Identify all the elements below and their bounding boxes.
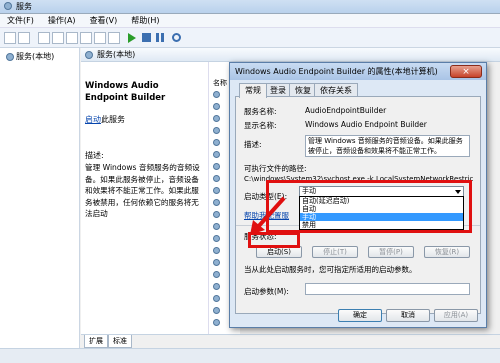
- tree-item-services-local[interactable]: 服务(本地): [6, 51, 54, 62]
- description-field[interactable]: 管理 Windows 音频服务的音频设备。如果此服务被停止，音频设备和效果将不能…: [305, 135, 470, 157]
- toolbar: [0, 28, 500, 48]
- tab-general[interactable]: 常规: [239, 83, 267, 98]
- display-name-value: Windows Audio Endpoint Builder: [305, 120, 427, 129]
- cancel-button[interactable]: 取消: [386, 309, 430, 322]
- ok-button[interactable]: 确定: [338, 309, 382, 322]
- service-name-label: 服务名称:: [244, 107, 277, 116]
- tab-standard[interactable]: 标准: [108, 335, 132, 348]
- gear-icon: [213, 283, 220, 290]
- gear-icon: [213, 139, 220, 146]
- gear-icon: [213, 151, 220, 158]
- detail-service-name: Windows Audio Endpoint Builder: [85, 81, 166, 103]
- gear-icon: [213, 91, 220, 98]
- menu-bar: 文件(F) 操作(A) 查看(V) 帮助(H): [0, 14, 500, 28]
- tab-logon[interactable]: 登录: [264, 83, 292, 97]
- gear-icon: [213, 319, 220, 326]
- pause-button[interactable]: 暂停(P): [368, 246, 414, 258]
- gear-icon: [6, 52, 14, 61]
- export-icon[interactable]: [80, 32, 92, 44]
- start-service-link[interactable]: 启动: [85, 115, 101, 124]
- gear-icon: [213, 103, 220, 110]
- play-icon[interactable]: [128, 33, 136, 43]
- status-bar: [0, 348, 500, 363]
- forward-icon[interactable]: [18, 32, 30, 44]
- back-icon[interactable]: [4, 32, 16, 44]
- menu-view[interactable]: 查看(V): [83, 14, 125, 28]
- start-params-hint: 当从此处启动服务时，您可指定所适用的启动参数。: [244, 265, 417, 274]
- start-params-label: 启动参数(M):: [244, 287, 289, 296]
- tab-dependencies[interactable]: 依存关系: [314, 83, 358, 97]
- detail-start-line: 启动此服务: [85, 115, 125, 124]
- list-header-name[interactable]: 名称: [213, 78, 227, 88]
- gear-icon: [213, 175, 220, 182]
- restart-icon[interactable]: [172, 33, 181, 42]
- help-icon[interactable]: [94, 32, 106, 44]
- stop-icon[interactable]: [142, 33, 151, 42]
- gear-icon: [213, 235, 220, 242]
- display-name-label: 显示名称:: [244, 121, 277, 130]
- resume-button[interactable]: 恢复(R): [424, 246, 470, 258]
- gear-icon: [213, 163, 220, 170]
- detail-desc-label: 描述:: [85, 151, 104, 160]
- gear-icon: [213, 295, 220, 302]
- tab-extended[interactable]: 扩展: [84, 335, 108, 348]
- gear-icon-header: [85, 48, 95, 62]
- detail-desc-text: 管理 Windows 音频服务的音频设备。如果此服务被停止，音频设备和效果将不能…: [85, 163, 200, 218]
- gear-icon: [213, 271, 220, 278]
- stop-button[interactable]: 停止(T): [312, 246, 358, 258]
- close-button[interactable]: ×: [450, 65, 482, 78]
- gear-icon: [213, 259, 220, 266]
- menu-action[interactable]: 操作(A): [41, 14, 83, 28]
- description-label: 描述:: [244, 140, 262, 149]
- gear-icon: [213, 223, 220, 230]
- gear-icon: [213, 247, 220, 254]
- dialog-title: Windows Audio Endpoint Builder 的属性(本地计算机…: [230, 63, 486, 80]
- service-name-value: AudioEndpointBuilder: [305, 106, 387, 115]
- path-label: 可执行文件的路径:: [244, 164, 307, 173]
- gear-icon: [213, 211, 220, 218]
- pause-icon[interactable]: [156, 33, 159, 42]
- view-icon[interactable]: [108, 32, 120, 44]
- console-tree: 服务(本地): [0, 48, 80, 348]
- highlight-box-startup-type: [266, 180, 472, 233]
- properties-icon[interactable]: [52, 32, 64, 44]
- gear-icon: [213, 187, 220, 194]
- gear-icon: [213, 115, 220, 122]
- services-app-icon: [4, 2, 12, 10]
- refresh-icon[interactable]: [66, 32, 78, 44]
- window-titlebar: 服务: [0, 0, 500, 14]
- menu-help[interactable]: 帮助(H): [124, 14, 166, 28]
- apply-button[interactable]: 应用(A): [434, 309, 478, 322]
- gear-icon: [213, 307, 220, 314]
- tab-recovery[interactable]: 恢复: [289, 83, 317, 97]
- console-tree-icon[interactable]: [38, 32, 50, 44]
- panel-title: 服务(本地): [97, 50, 136, 59]
- start-params-input[interactable]: [305, 283, 470, 295]
- gear-icon: [213, 199, 220, 206]
- view-tabs: 扩展 标准: [81, 334, 500, 348]
- gear-icon: [213, 127, 220, 134]
- panel-header: 服务(本地): [81, 48, 500, 62]
- window-title: 服务: [16, 2, 32, 11]
- service-detail-pane: Windows Audio Endpoint Builder 启动此服务 描述:…: [81, 62, 208, 334]
- menu-file[interactable]: 文件(F): [0, 14, 41, 28]
- arrow-icon: [250, 196, 286, 235]
